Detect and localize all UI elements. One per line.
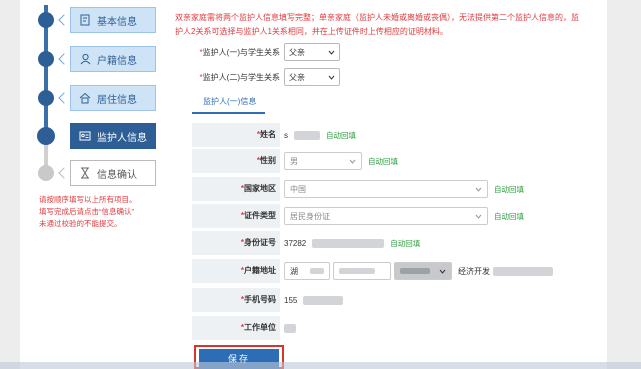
step-dot-hukou — [38, 51, 54, 67]
step-dot-residence — [38, 90, 54, 106]
auto-fill-label: 自动回填 — [390, 238, 421, 248]
guardian1-relation-select[interactable]: 父亲 — [284, 43, 340, 61]
country-row: *国家地区 中国 自动回填 — [192, 176, 607, 202]
main-panel: 基本信息 户籍信息 居住信息 监护人信息 信息确认 请按顺序填写以上所有项目。 — [20, 0, 607, 369]
auto-fill-label: 自动回填 — [494, 184, 524, 194]
step-hint: 请按顺序填写以上所有项目。 填写完成后请点击“信息确认” 未通过校验的不能提交。 — [39, 194, 179, 230]
select-value: 中国 — [290, 184, 306, 194]
gender-label: 性别 — [260, 156, 276, 165]
select-value: 居民身份证 — [290, 211, 330, 221]
id-type-label: 证件类型 — [244, 211, 276, 220]
step-label: 信息确认 — [97, 169, 137, 181]
id-type-row: *证件类型 居民身份证 自动回填 — [192, 203, 607, 229]
name-value: s — [284, 130, 288, 140]
step-residence-info[interactable]: 居住信息 — [70, 85, 156, 111]
chevron-down-icon — [327, 73, 335, 81]
work-unit-row: *工作单位 — [192, 315, 607, 341]
gender-row: *性别 男 自动回填 — [192, 148, 607, 174]
step-confirm-info[interactable]: 信息确认 — [70, 160, 156, 186]
step-label: 基本信息 — [97, 16, 137, 28]
province-select[interactable]: 湖 — [284, 262, 330, 280]
step-label: 户籍信息 — [97, 55, 137, 67]
district-select[interactable] — [394, 262, 452, 280]
hourglass-icon — [79, 167, 91, 179]
redacted-text — [303, 295, 344, 305]
country-label: 国家地区 — [244, 184, 276, 193]
bottom-band — [0, 362, 641, 369]
guardian1-relation-label: 监护人(一)与学生关系 — [202, 47, 280, 57]
step-arrow — [58, 167, 70, 179]
redacted-text — [400, 268, 430, 274]
step-arrow — [58, 14, 70, 26]
id-number-value: 37282 — [284, 238, 307, 248]
hint-line: 填写完成后请点击“信息确认” — [39, 207, 134, 216]
step-label: 居住信息 — [97, 94, 137, 106]
id-number-label: 身份证号 — [244, 238, 276, 247]
document-icon — [79, 14, 91, 26]
select-value: 父亲 — [289, 47, 305, 57]
guardian1-relation-row: *监护人(一)与学生关系 父亲 — [175, 42, 340, 62]
step-basic-info[interactable]: 基本信息 — [70, 7, 156, 33]
step-arrow — [58, 92, 70, 104]
chevron-down-icon — [348, 157, 356, 165]
name-label: 姓名 — [260, 130, 276, 139]
guardian2-relation-label: 监护人(二)与学生关系 — [202, 72, 280, 82]
redacted-text — [312, 238, 385, 248]
select-value: 父亲 — [289, 72, 305, 82]
person-icon — [79, 53, 91, 65]
step-dot-confirm — [38, 165, 54, 181]
step-label: 监护人信息 — [97, 132, 147, 144]
phone-row: *手机号码 155 — [192, 287, 607, 313]
name-row: *姓名 s 自动回填 — [192, 122, 607, 148]
phone-label: 手机号码 — [244, 295, 276, 304]
city-select[interactable] — [333, 262, 391, 280]
redacted-text — [294, 130, 320, 140]
hukou-address-row: *户籍地址 湖 经济开发 — [192, 258, 607, 284]
tab-underline — [192, 112, 265, 114]
select-value: 男 — [290, 156, 298, 166]
hukou-detail-value: 经济开发 — [458, 266, 490, 276]
auto-fill-label: 自动回填 — [368, 156, 398, 166]
id-card-icon — [79, 130, 91, 142]
notice-line: 护人2关系可选择与监护人1关系相同，并在上传证件时上传相应的证明材料。 — [175, 27, 448, 36]
chevron-down-icon — [474, 212, 482, 220]
work-unit-label: 工作单位 — [244, 323, 276, 332]
chevron-down-icon — [474, 185, 482, 193]
guardian-notice: 双亲家庭需将两个监护人信息填写完整；单亲家庭（监护人未婚或离婚或丧偶），无法提供… — [175, 11, 615, 39]
home-icon — [79, 92, 91, 104]
gender-select[interactable]: 男 — [284, 152, 362, 170]
step-dot-guardian — [37, 127, 55, 145]
select-value: 湖 — [290, 266, 298, 276]
redacted-text — [310, 268, 324, 274]
hint-line: 未通过校验的不能提交。 — [39, 219, 122, 228]
guardian2-relation-select[interactable]: 父亲 — [284, 68, 340, 86]
redacted-text — [493, 266, 553, 276]
auto-fill-label: 自动回填 — [494, 211, 524, 221]
phone-value: 155 — [284, 295, 298, 305]
step-dot-basic — [38, 12, 54, 28]
step-hukou-info[interactable]: 户籍信息 — [70, 46, 156, 72]
id-number-row: *身份证号 37282 自动回填 — [192, 230, 607, 256]
chevron-down-icon — [327, 48, 335, 56]
redacted-text — [284, 323, 296, 333]
auto-fill-label: 自动回填 — [326, 130, 356, 140]
hukou-address-label: 户籍地址 — [244, 266, 276, 275]
country-select[interactable]: 中国 — [284, 180, 488, 198]
chevron-down-icon — [438, 267, 446, 275]
guardian2-relation-row: *监护人(二)与学生关系 父亲 — [175, 67, 340, 87]
redacted-text — [339, 268, 375, 274]
notice-line: 双亲家庭需将两个监护人信息填写完整；单亲家庭（监护人未婚或离婚或丧偶），无法提供… — [175, 13, 579, 22]
tab-guardian1[interactable]: 监护人(一)信息 — [203, 96, 256, 112]
step-arrow — [58, 53, 70, 65]
step-guardian-info[interactable]: 监护人信息 — [70, 123, 156, 149]
id-type-select[interactable]: 居民身份证 — [284, 207, 488, 225]
hint-line: 请按顺序填写以上所有项目。 — [39, 195, 137, 204]
